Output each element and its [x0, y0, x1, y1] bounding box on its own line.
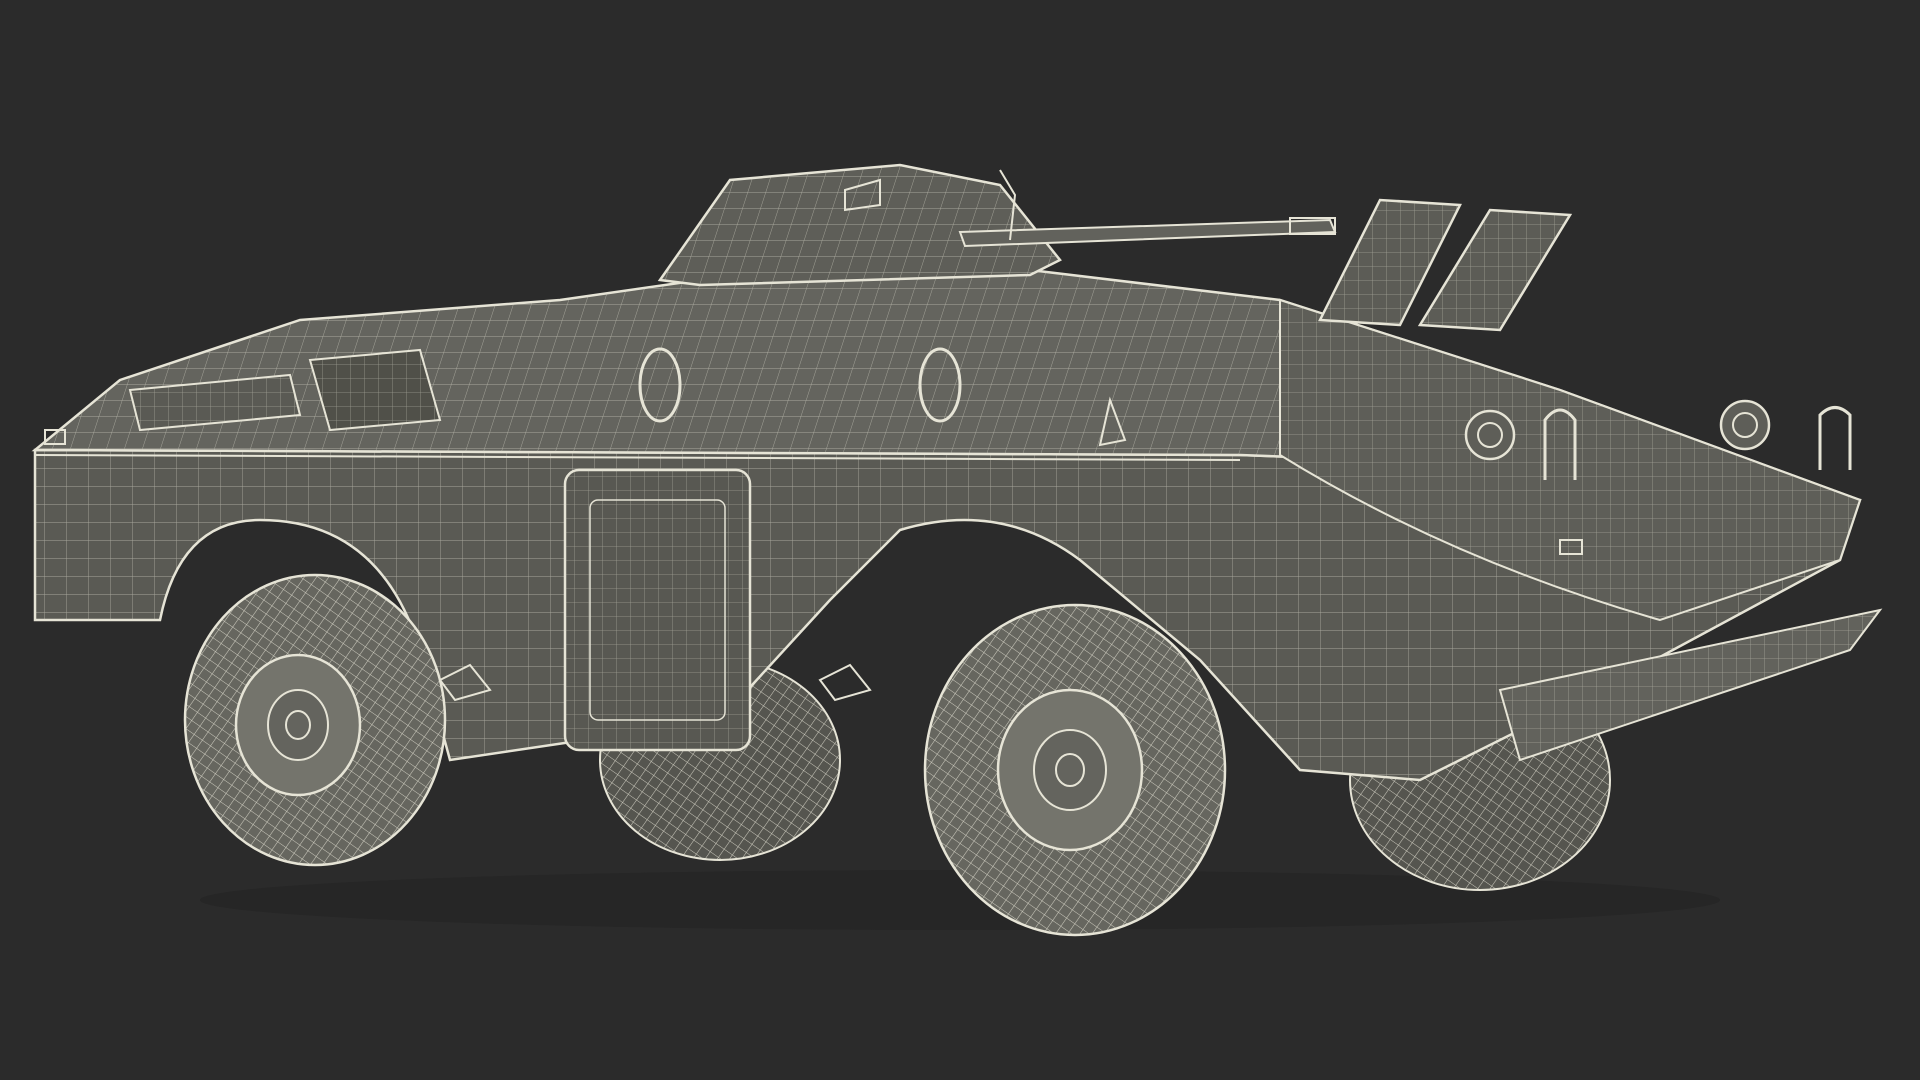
render-viewport — [0, 0, 1920, 1080]
front-near-wheel — [923, 603, 1227, 937]
front-shields — [1318, 198, 1573, 332]
side-hatch — [563, 468, 752, 752]
rear-near-wheel — [183, 573, 447, 867]
wireframe-render — [31, 163, 1883, 937]
turret — [657, 163, 1062, 287]
